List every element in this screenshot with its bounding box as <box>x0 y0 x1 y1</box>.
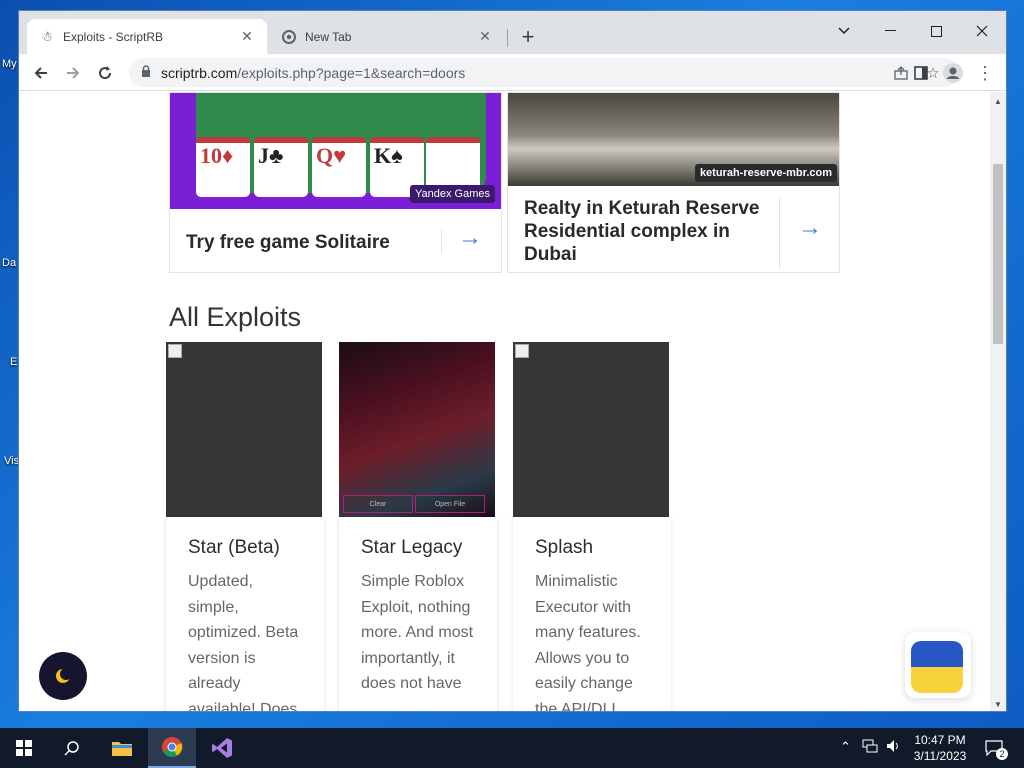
search-icon[interactable] <box>48 728 96 768</box>
side-panel-icon[interactable] <box>907 59 935 87</box>
tab-exploits[interactable]: ☃ Exploits - ScriptRB ✕ <box>27 19 267 54</box>
volume-icon[interactable] <box>886 739 900 756</box>
chrome-favicon-icon <box>281 29 297 45</box>
lock-icon <box>141 65 151 80</box>
network-icon[interactable] <box>862 739 878 756</box>
ad-card-solitaire[interactable]: 10♦ J♣ Q♥ K♠ Yandex Games Try free game … <box>169 92 502 273</box>
broken-image-icon <box>515 344 529 358</box>
url-host: scriptrb.com <box>161 64 238 81</box>
exploit-card-body: Star Legacy Simple Roblox Exploit, nothi… <box>339 517 497 711</box>
divider <box>779 197 780 269</box>
exploit-card-star-legacy[interactable]: Clear Open File Star Legacy Simple Roblo… <box>339 342 497 711</box>
start-button[interactable] <box>0 728 48 768</box>
playing-card: J♣ <box>254 137 308 197</box>
exploit-thumbnail <box>166 342 322 517</box>
playing-card: Q♥ <box>312 137 366 197</box>
ukraine-flag-button[interactable] <box>905 632 971 698</box>
ad-source-badge: keturah-reserve-mbr.com <box>694 164 837 182</box>
exploit-name[interactable]: Star (Beta) <box>188 537 302 559</box>
ad-source-badge: Yandex Games <box>409 185 495 203</box>
exploit-name[interactable]: Star Legacy <box>361 537 475 559</box>
exploit-name[interactable]: Splash <box>535 537 649 559</box>
clock-time: 10:47 PM <box>914 733 966 747</box>
forward-arrow-icon[interactable] <box>59 59 87 87</box>
browser-toolbar: scriptrb.com/exploits.php?page=1&search=… <box>19 54 1006 91</box>
tray-overflow-chevron-icon[interactable]: ⌃ <box>840 739 851 755</box>
new-tab-button[interactable]: + <box>516 24 540 49</box>
broken-image-icon <box>168 344 182 358</box>
url-path: /exploits.php?page=1&search=doors <box>237 64 466 81</box>
visual-studio-icon[interactable] <box>198 728 246 768</box>
profile-avatar-icon[interactable] <box>939 59 967 87</box>
address-bar[interactable]: scriptrb.com/exploits.php?page=1&search=… <box>129 58 959 87</box>
system-clock[interactable]: 10:47 PM 3/11/2023 <box>906 732 974 764</box>
thumbnail-open-file-button: Open File <box>415 495 485 513</box>
arrow-right-icon[interactable]: → <box>798 214 822 242</box>
realty-ad-image: keturah-reserve-mbr.com <box>508 93 839 186</box>
close-icon[interactable]: ✕ <box>239 28 255 45</box>
solitaire-ad-image: 10♦ J♣ Q♥ K♠ Yandex Games <box>170 93 501 209</box>
clock-date: 3/11/2023 <box>913 749 967 763</box>
ad-card-realty[interactable]: keturah-reserve-mbr.com Realty in Ketura… <box>507 92 840 273</box>
ad-headline[interactable]: Realty in Keturah Reserve Residential co… <box>524 197 774 266</box>
menu-kebab-icon[interactable]: ⋮ <box>971 59 999 87</box>
reload-icon[interactable] <box>91 59 119 87</box>
tab-strip: ☃ Exploits - ScriptRB ✕ New Tab ✕ + <box>19 11 1006 54</box>
ukraine-flag-icon <box>911 641 963 693</box>
vertical-scrollbar[interactable]: ▲ ▼ <box>990 92 1006 711</box>
scrollbar-thumb[interactable] <box>993 164 1003 344</box>
exploit-card-splash[interactable]: Splash Minimalistic Executor with many f… <box>513 342 671 712</box>
thumbnail-clear-button: Clear <box>343 495 413 513</box>
desktop-icon-label[interactable]: E <box>10 356 17 368</box>
page-viewport: 10♦ J♣ Q♥ K♠ Yandex Games Try free game … <box>19 92 991 712</box>
maximize-button[interactable] <box>913 17 959 45</box>
exploit-thumbnail: Clear Open File <box>339 342 495 517</box>
back-arrow-icon[interactable] <box>27 59 55 87</box>
exploit-card-body: Star (Beta) Updated, simple, optimized. … <box>166 517 324 712</box>
scriptrb-favicon-icon: ☃ <box>41 28 53 44</box>
desktop-icon-label[interactable]: Da <box>2 257 16 269</box>
notification-count-badge: 2 <box>996 748 1008 760</box>
taskbar: ⌃ 10:47 PM 3/11/2023 2 <box>0 728 1024 768</box>
browser-window: ☃ Exploits - ScriptRB ✕ New Tab ✕ + scri… <box>18 10 1007 712</box>
desktop-icon-label[interactable]: Vis <box>4 455 19 467</box>
arrow-right-icon[interactable]: → <box>458 224 482 252</box>
exploit-description: Simple Roblox Exploit, nothing more. And… <box>361 573 474 692</box>
tab-search-icon[interactable] <box>821 17 867 45</box>
exploit-description: Minimalistic Executor with many features… <box>535 573 641 712</box>
section-title: All Exploits <box>169 302 302 332</box>
tab-title: Exploits - ScriptRB <box>63 29 164 44</box>
tab-new-tab[interactable]: New Tab ✕ <box>269 19 505 54</box>
exploit-description: Updated, simple, optimized. Beta version… <box>188 573 299 712</box>
scroll-up-arrow-icon[interactable]: ▲ <box>993 96 1003 106</box>
chrome-taskbar-icon[interactable] <box>148 728 196 768</box>
desktop-icon-label[interactable]: My <box>2 58 17 70</box>
playing-card: 10♦ <box>196 137 250 197</box>
url-text: scriptrb.com/exploits.php?page=1&search=… <box>161 65 465 81</box>
scroll-down-arrow-icon[interactable]: ▼ <box>993 699 1003 709</box>
minimize-button[interactable] <box>867 17 913 45</box>
close-icon[interactable]: ✕ <box>477 28 493 45</box>
notification-center-icon[interactable]: 2 <box>982 736 1008 760</box>
tab-separator <box>507 29 508 47</box>
divider <box>441 229 442 253</box>
tab-title: New Tab <box>305 29 352 44</box>
dark-mode-toggle-button[interactable] <box>39 652 87 700</box>
file-explorer-icon[interactable] <box>98 728 146 768</box>
ad-headline[interactable]: Try free game Solitaire <box>186 231 390 254</box>
exploit-card-body: Splash Minimalistic Executor with many f… <box>513 517 671 712</box>
close-window-button[interactable] <box>959 17 1005 45</box>
exploit-card-star-beta[interactable]: Star (Beta) Updated, simple, optimized. … <box>166 342 324 712</box>
exploit-thumbnail <box>513 342 669 517</box>
